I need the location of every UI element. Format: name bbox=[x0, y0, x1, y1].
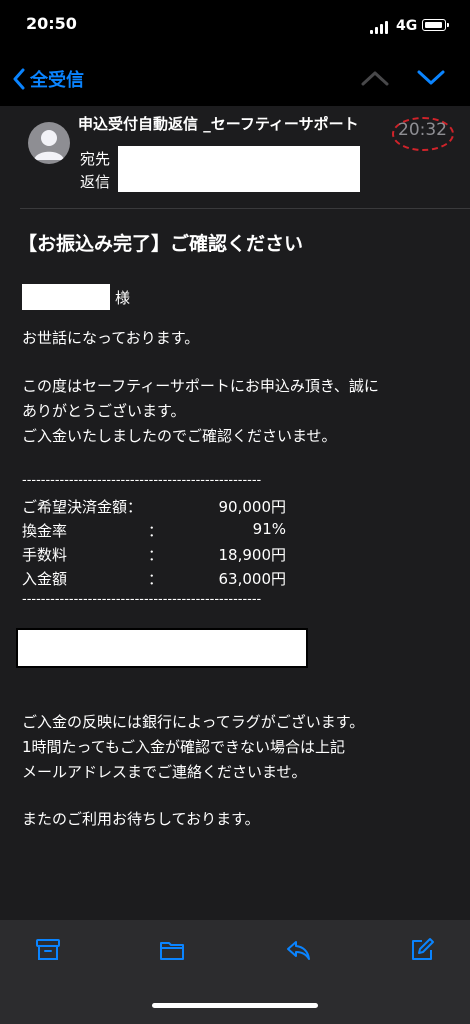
detail-colon: ： bbox=[148, 570, 164, 588]
folder-icon[interactable] bbox=[158, 936, 186, 964]
detail-colon: ： bbox=[148, 522, 164, 540]
bottom-toolbar bbox=[0, 920, 470, 1024]
note-line-1: ご入金の反映には銀行によってラグがございます。 bbox=[22, 713, 365, 731]
battery-icon bbox=[422, 19, 449, 31]
thanks-line-1: この度はセーフティーサポートにお申込み頂き、誠に bbox=[22, 377, 379, 395]
archive-icon[interactable] bbox=[34, 936, 62, 964]
avatar bbox=[28, 122, 70, 164]
thanks-line-2: ありがとうございます。 bbox=[22, 402, 186, 420]
redacted-recipient bbox=[118, 146, 360, 192]
detail-colon: ： bbox=[148, 546, 164, 564]
salutation-suffix: 様 bbox=[115, 289, 131, 307]
reply-to-label: 返信 bbox=[80, 173, 111, 191]
redacted-block bbox=[16, 628, 308, 668]
nav-bar: 全受信 bbox=[0, 50, 470, 106]
message-subject: 【お振込み完了】ご確認ください bbox=[18, 233, 304, 255]
status-time: 20:50 bbox=[26, 14, 77, 33]
detail-label: ご希望決済金額： bbox=[22, 498, 143, 516]
separator-top: ----------------------------------------… bbox=[22, 473, 262, 488]
detail-value: 18,900円 bbox=[218, 546, 287, 564]
separator-bottom: ----------------------------------------… bbox=[22, 592, 262, 607]
detail-label: 入金額 bbox=[22, 570, 68, 588]
detail-value: 63,000円 bbox=[218, 570, 287, 588]
person-icon bbox=[34, 130, 64, 160]
note-line-3: メールアドレスまでご連絡くださいませ。 bbox=[22, 763, 307, 781]
note-line-2: 1時間たってもご入金が確認できない場合は上記 bbox=[22, 738, 346, 756]
status-bar: 20:50 4G bbox=[0, 0, 470, 50]
sender-name[interactable]: 申込受付自動返信 _セーフティーサポート bbox=[78, 113, 359, 134]
redacted-name bbox=[22, 284, 110, 310]
back-button[interactable]: 全受信 bbox=[12, 66, 84, 92]
detail-label: 換金率 bbox=[22, 522, 68, 540]
greeting-line: お世話になっております。 bbox=[22, 329, 200, 347]
compose-icon[interactable] bbox=[408, 936, 436, 964]
signal-icon bbox=[370, 20, 392, 34]
detail-label: 手数料 bbox=[22, 546, 68, 564]
home-indicator[interactable] bbox=[152, 1003, 318, 1008]
header-divider bbox=[20, 208, 470, 209]
chevron-up-icon[interactable] bbox=[360, 68, 390, 88]
chevron-down-icon[interactable] bbox=[416, 68, 446, 88]
reply-icon[interactable] bbox=[284, 936, 312, 964]
message-time: 20:32 bbox=[398, 120, 447, 140]
chevron-left-icon bbox=[13, 68, 25, 90]
detail-value: 91% bbox=[252, 520, 286, 538]
to-label: 宛先 bbox=[80, 150, 111, 168]
closing-line: またのご利用お待ちしております。 bbox=[22, 810, 260, 828]
back-label: 全受信 bbox=[30, 70, 84, 91]
detail-value: 90,000円 bbox=[218, 498, 287, 516]
deposit-line: ご入金いたしましたのでご確認くださいませ。 bbox=[22, 427, 337, 445]
network-label: 4G bbox=[396, 18, 418, 34]
